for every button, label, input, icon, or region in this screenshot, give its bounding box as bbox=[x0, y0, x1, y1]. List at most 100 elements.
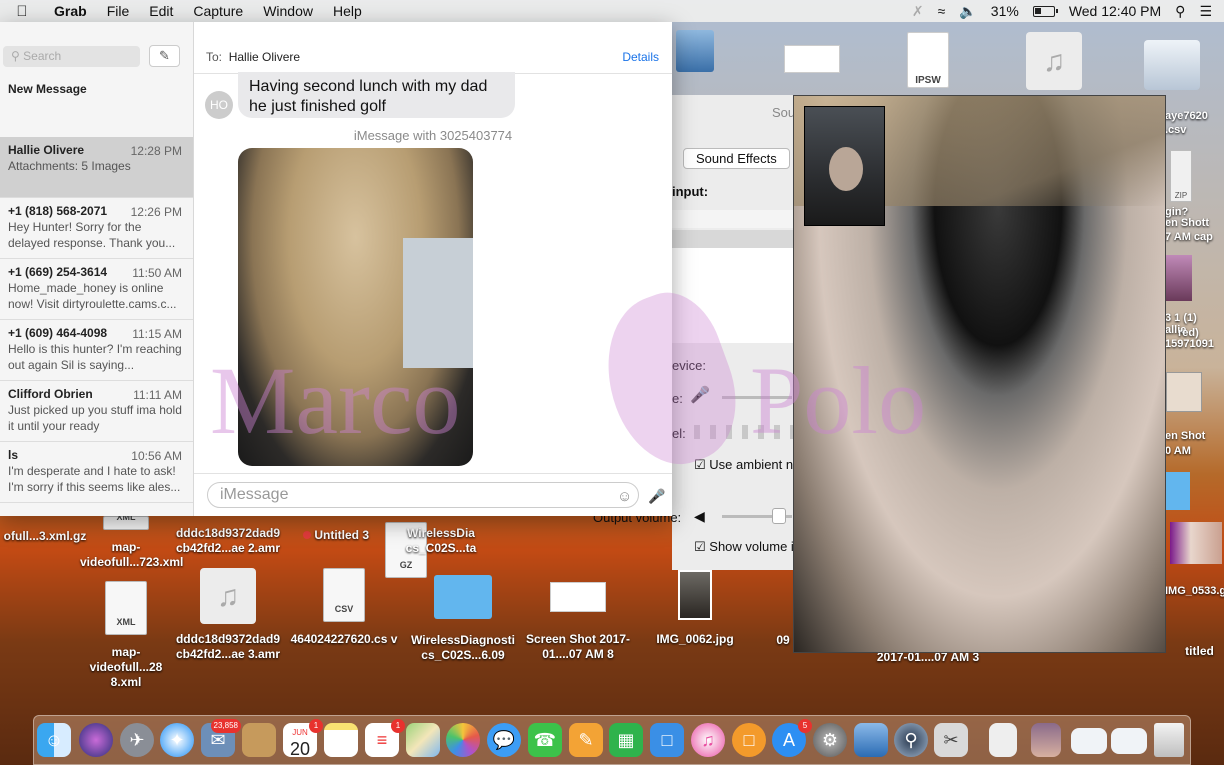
safari-icon[interactable]: ✦ bbox=[160, 723, 194, 757]
desktop-folder-wirelessdiag[interactable]: WirelessDiagnosti cs_C02S...6.09 bbox=[405, 575, 521, 663]
calendar-icon[interactable]: JUN 20 1 bbox=[283, 719, 323, 758]
reminders-icon[interactable]: ≡ 1 bbox=[365, 719, 405, 757]
spotlight-search-icon[interactable]: ⚲ bbox=[1175, 3, 1185, 20]
menu-app-name[interactable]: Grab bbox=[44, 3, 97, 19]
right-file-label[interactable]: en Shott bbox=[1165, 217, 1209, 229]
right-file-label[interactable]: IMG_0533.g bbox=[1165, 585, 1224, 597]
microphone-icon[interactable]: 🎤 bbox=[648, 488, 665, 505]
details-button[interactable]: Details bbox=[622, 50, 659, 64]
right-file-label[interactable]: 3 1 (1) bbox=[1165, 312, 1197, 324]
grab-icon[interactable]: ✂ bbox=[934, 723, 968, 757]
search-input[interactable]: ⚲ Search bbox=[3, 46, 140, 67]
ambient-noise-checkbox[interactable]: ☑ Use ambient n bbox=[694, 457, 793, 473]
dock-file-icon[interactable] bbox=[989, 723, 1017, 757]
desktop-file-amr-2[interactable]: dddc18d9372dad9 cb42fd2...ae 2.amr bbox=[168, 526, 288, 556]
preview-icon[interactable] bbox=[854, 723, 888, 757]
show-volume-checkbox[interactable]: ☑ Show volume i bbox=[694, 539, 794, 555]
siri-icon[interactable] bbox=[79, 723, 113, 757]
recipient-field[interactable]: To: Hallie Olivere bbox=[206, 50, 300, 64]
desktop-file-label: dddc18d9372dad9 cb42fd2...ae 2.amr bbox=[175, 526, 281, 555]
conversation-item[interactable]: Clifford Obrien 11:11 AM Just picked up … bbox=[0, 381, 193, 442]
desktop-file-csv[interactable]: CSV 464024227620.cs v bbox=[288, 568, 400, 647]
conversation-item[interactable]: +1 (609) 464-4098 11:15 AM Hello is this… bbox=[0, 320, 193, 381]
photos-icon[interactable] bbox=[446, 723, 480, 757]
messages-icon[interactable]: 💬 bbox=[487, 723, 521, 757]
notification-center-icon[interactable]: ☰ bbox=[1199, 3, 1212, 20]
input-volume-slider[interactable] bbox=[722, 396, 792, 399]
desktop-drive[interactable] bbox=[1143, 40, 1201, 90]
right-photo-thumb[interactable] bbox=[1166, 255, 1192, 301]
ibooks-icon[interactable]: □ bbox=[732, 723, 766, 757]
sound-effects-tab[interactable]: Sound Effects bbox=[683, 148, 790, 169]
right-folder-thumb[interactable] bbox=[1166, 472, 1190, 510]
message-input[interactable]: iMessage bbox=[207, 482, 639, 508]
image-attachment[interactable] bbox=[238, 148, 473, 466]
battery-percent[interactable]: 31% bbox=[991, 3, 1019, 19]
dock-image-icon[interactable] bbox=[1031, 723, 1061, 757]
menu-file[interactable]: File bbox=[97, 3, 140, 19]
message-bubble[interactable]: Having second lunch with my dad he just … bbox=[238, 72, 515, 118]
menu-edit[interactable]: Edit bbox=[139, 3, 183, 19]
desktop-file-untitled[interactable]: titled bbox=[1175, 644, 1224, 659]
keynote-icon[interactable]: □ bbox=[650, 723, 684, 757]
right-file-label[interactable]: en Shot bbox=[1165, 430, 1205, 442]
volume-icon[interactable]: 🔈 bbox=[959, 3, 976, 20]
desktop-file-screenshot-top[interactable] bbox=[783, 45, 841, 73]
conversation-item[interactable]: +1 (818) 568-2071 12:26 PM Hey Hunter! S… bbox=[0, 198, 193, 259]
compose-button[interactable]: ✎ bbox=[149, 45, 180, 67]
battery-icon[interactable] bbox=[1032, 5, 1058, 17]
desktop-file-ipsw[interactable]: IPSW bbox=[905, 32, 951, 88]
menu-capture[interactable]: Capture bbox=[183, 3, 253, 19]
desktop-file-videofull-28[interactable]: XML map-videofull...28 8.xml bbox=[72, 581, 180, 690]
desktop-file-audio-top[interactable]: ♫ bbox=[1025, 32, 1083, 90]
finder-icon[interactable]: ☺ bbox=[37, 723, 71, 757]
apple-menu-icon[interactable]:  bbox=[0, 3, 44, 20]
trash-icon[interactable] bbox=[1154, 723, 1184, 757]
menu-window[interactable]: Window bbox=[253, 3, 323, 19]
device-list-row[interactable] bbox=[672, 230, 797, 248]
right-file-label[interactable]: 15971091 bbox=[1165, 338, 1214, 350]
right-image-thumb[interactable] bbox=[1170, 522, 1222, 564]
desktop-file-wirelessdia[interactable]: WirelessDia cs_C02S...ta bbox=[404, 526, 478, 556]
system-preferences-icon[interactable]: ⚙ bbox=[813, 723, 847, 757]
avatar[interactable]: HO bbox=[205, 91, 233, 119]
contacts-icon[interactable] bbox=[242, 723, 276, 757]
desktop-file-videofull-723[interactable]: XML map-videofull...723.xml bbox=[70, 512, 183, 570]
desktop-file-img0062[interactable]: IMG_0062.jpg bbox=[640, 570, 750, 647]
right-file-label[interactable]: 0 AM bbox=[1165, 445, 1191, 457]
menu-clock[interactable]: Wed 12:40 PM bbox=[1069, 3, 1161, 19]
conversation-item[interactable]: Hallie Olivere 12:28 PM Attachments: 5 I… bbox=[0, 137, 193, 198]
right-doc-thumb[interactable] bbox=[1166, 372, 1202, 412]
dock-screenshot-icon-2[interactable] bbox=[1111, 728, 1147, 754]
dock-screenshot-icon-1[interactable] bbox=[1071, 728, 1107, 754]
facetime-icon[interactable]: ☎ bbox=[528, 723, 562, 757]
facetime-video-window[interactable] bbox=[793, 95, 1166, 653]
quicktime-icon[interactable]: ⚲ bbox=[894, 723, 928, 757]
right-file-label[interactable]: 7 AM cap bbox=[1165, 231, 1213, 243]
numbers-icon[interactable]: ▦ bbox=[609, 723, 643, 757]
conversation-item[interactable]: +1 (669) 254-3614 11:50 AM Home_made_hon… bbox=[0, 259, 193, 320]
conversation-item[interactable]: ls 10:56 AM I'm desperate and I hate to … bbox=[0, 442, 193, 503]
notes-icon[interactable] bbox=[324, 723, 358, 757]
desktop-file-airdrop[interactable] bbox=[674, 30, 716, 72]
right-file-label[interactable]: .csv bbox=[1165, 124, 1186, 136]
wifi-icon[interactable]: ≈ bbox=[938, 3, 946, 19]
launchpad-icon[interactable]: ✈ bbox=[120, 723, 154, 757]
output-volume-knob[interactable] bbox=[772, 508, 786, 524]
new-message-item[interactable]: New Message bbox=[8, 82, 87, 96]
self-view-thumbnail[interactable] bbox=[804, 106, 885, 226]
mail-icon[interactable]: ✉ 23,858 bbox=[201, 719, 241, 757]
pages-icon[interactable]: ✎ bbox=[569, 723, 603, 757]
desktop-file-amr-3[interactable]: ♫ dddc18d9372dad9 cb42fd2...ae 3.amr bbox=[168, 568, 288, 662]
emoji-icon[interactable]: ☺ bbox=[617, 488, 632, 505]
maps-icon[interactable] bbox=[406, 723, 440, 757]
zip-file-icon[interactable]: ZIP bbox=[1170, 150, 1192, 202]
desktop-file-untitled-3[interactable]: Untitled 3 bbox=[286, 528, 386, 543]
desktop-file-screenshot-8[interactable]: Screen Shot 2017-01....07 AM 8 bbox=[521, 582, 635, 662]
itunes-icon[interactable]: ♫ bbox=[691, 723, 725, 757]
right-file-label[interactable]: aye7620 bbox=[1165, 110, 1208, 122]
menu-help[interactable]: Help bbox=[323, 3, 372, 19]
bluetooth-icon[interactable]: ✗ bbox=[912, 3, 924, 20]
desktop-file-09[interactable]: 09 bbox=[772, 633, 794, 648]
app-store-icon[interactable]: A5 bbox=[772, 719, 812, 757]
